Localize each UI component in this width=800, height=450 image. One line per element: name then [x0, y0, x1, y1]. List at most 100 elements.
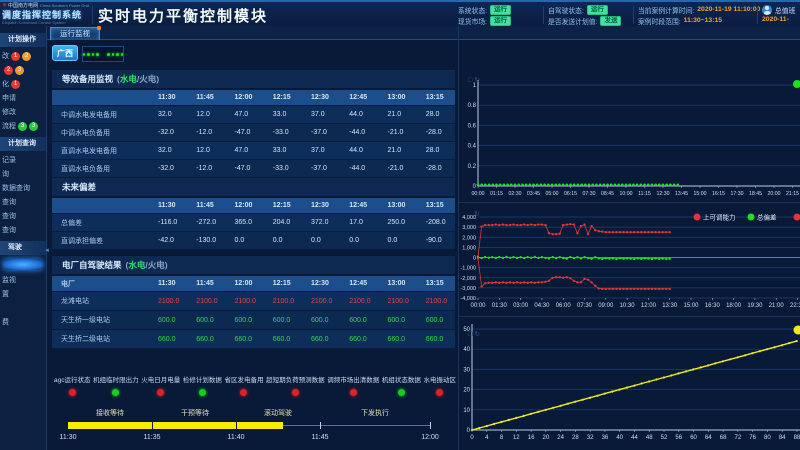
cell-value: 660.0	[226, 336, 264, 343]
sidebar-item[interactable]: 监视	[0, 274, 46, 288]
subtitle-thermal[interactable]: /火电)	[137, 74, 159, 84]
reserve-table: 11:3011:4512:0012:1512:3012:4513:0013:15…	[52, 90, 455, 178]
sidebar-item[interactable]: 记录	[0, 154, 46, 168]
sidebar-section-header[interactable]: 计划查询	[0, 137, 46, 151]
cell-value: -12.0	[187, 129, 225, 136]
svg-text:3,000: 3,000	[462, 225, 476, 231]
refresh-icon[interactable]: ↻	[474, 211, 482, 218]
subtitle-hydro[interactable]: 水电	[120, 74, 137, 84]
cell-value: 2100.0	[226, 298, 264, 305]
svg-text:11:15: 11:15	[638, 191, 651, 197]
svg-text:04:30: 04:30	[534, 303, 550, 309]
status-dot-icon	[398, 389, 405, 396]
section-label: 未来偏差	[62, 182, 96, 192]
svg-text:16:15: 16:15	[712, 191, 725, 197]
adjust-capacity-chart[interactable]: 4,0003,0002,0001,0000-1,000-2,000-3,000-…	[460, 203, 800, 316]
sidebar-collapse-handle-icon[interactable]: ◄	[44, 244, 50, 258]
cell-value: 2100.0	[302, 298, 340, 305]
cell-value: 600.0	[149, 317, 187, 324]
system-status-label: 系统状态:	[458, 5, 487, 15]
cell-value: 47.0	[226, 147, 264, 154]
row-label: 中调水电负备用	[52, 128, 149, 138]
subtitle-thermal[interactable]: /火电)	[145, 260, 167, 270]
chart-controls[interactable]: □↻	[468, 330, 482, 338]
subtitle-hydro[interactable]: 水电	[128, 260, 145, 270]
sidebar-item[interactable]: 修改	[0, 106, 46, 120]
table-row: 龙滩电站2100.02100.02100.02100.02100.02100.0…	[52, 292, 455, 311]
cell-value: -37.0	[302, 165, 340, 172]
chart-controls[interactable]: □↻	[468, 76, 482, 84]
cell-value: 32.0	[149, 111, 187, 118]
svg-text:40: 40	[463, 347, 470, 353]
tab-label: 运行监视	[60, 29, 90, 38]
table-header-row: 11:3011:4512:0012:1512:3012:4513:0013:15	[52, 90, 455, 106]
cell-value: 660.0	[340, 336, 378, 343]
user-area[interactable]: 总值班 2020-11-	[762, 4, 800, 23]
cell-value: 600.0	[417, 317, 455, 324]
data-status-row: agc运行状态机组临时限出力火电日月电量检修计划数据省区发电备用超短期负荷预测数…	[54, 374, 456, 396]
cell-value: -90.0	[417, 237, 455, 244]
indicator-dot-icon	[83, 53, 85, 56]
svg-text:0.6: 0.6	[468, 123, 477, 129]
svg-text:02:30: 02:30	[509, 191, 522, 197]
sidebar-item[interactable]: 查询	[0, 196, 46, 210]
table-column-header: 12:45	[340, 202, 378, 209]
svg-text:60: 60	[690, 435, 697, 441]
process-timeline: 接收等待干预等待滚动驾驶下发执行11:3011:3511:4011:4512:0…	[52, 402, 458, 448]
row-label: 中调水电发电备用	[52, 110, 149, 120]
refresh-icon[interactable]: ↻	[474, 77, 482, 84]
sidebar-item[interactable]: 查询	[0, 210, 46, 224]
notification-badge: 2	[4, 66, 13, 75]
svg-text:09:00: 09:00	[598, 303, 614, 309]
refresh-icon[interactable]: ↻	[474, 331, 482, 338]
data-status-label: 火电日月电量	[141, 374, 180, 384]
chart-divider	[459, 316, 800, 317]
status-dot-icon	[350, 389, 357, 396]
svg-text:06:15: 06:15	[564, 191, 577, 197]
sidebar-item[interactable]: 费	[0, 316, 46, 330]
sidebar-item[interactable]: 置	[0, 288, 46, 302]
autopilot-status-group: 自驾驶状态:运行 是否发送计划值:发送	[548, 4, 621, 26]
sidebar-item[interactable]: 查询	[0, 224, 46, 238]
time-label: 11:35	[144, 434, 161, 441]
region-button[interactable]: 广西	[52, 45, 78, 61]
cell-value: 21.0	[379, 147, 417, 154]
sidebar-section-header[interactable]: 驾驶	[0, 241, 46, 255]
sidebar-item[interactable]: 化1	[0, 78, 46, 92]
sidebar-item-selected[interactable]	[3, 259, 43, 270]
table-column-header: 12:15	[264, 94, 302, 101]
svg-text:15:00: 15:00	[694, 191, 707, 197]
indicator-dot-icon	[116, 53, 118, 56]
progress-bar-track	[283, 425, 430, 426]
svg-text:30: 30	[463, 367, 470, 373]
sidebar-item[interactable]: 流程33	[0, 120, 46, 134]
svg-text:0.2: 0.2	[468, 164, 477, 170]
svg-text:总偏差: 总偏差	[757, 213, 777, 222]
stage-label: 接收等待	[96, 408, 124, 418]
svg-text:88: 88	[794, 435, 800, 441]
cell-value: 0.0	[264, 237, 302, 244]
sidebar-nav: 计划操作改1223化1申请修改流程33计划查询记录询数据查询查询查询查询驾驶监视…	[0, 26, 47, 450]
sidebar-item[interactable]: 数据查询	[0, 182, 46, 196]
tab-run-monitor[interactable]: 运行监视	[50, 27, 100, 40]
header-divider	[92, 6, 93, 24]
cumulative-line-chart[interactable]: 5040302010004812162024283236404448525660…	[460, 318, 800, 450]
header-separator	[757, 6, 758, 24]
cell-value: 0.0	[226, 237, 264, 244]
table-column-header: 12:00	[226, 94, 264, 101]
cell-value: 28.0	[417, 111, 455, 118]
row-label: 总偏差	[52, 218, 149, 228]
sidebar-item[interactable]: 23	[0, 64, 46, 78]
sidebar-item[interactable]: 申请	[0, 92, 46, 106]
sidebar-section-header[interactable]: 计划操作	[0, 33, 46, 47]
svg-text:52: 52	[661, 435, 668, 441]
status-timeline-chart[interactable]: 10.80.60.40.2000:0001:1502:3003:4505:000…	[460, 58, 800, 204]
chart-controls[interactable]: ↻	[474, 210, 482, 218]
svg-text:10: 10	[463, 408, 470, 414]
cell-value: 44.0	[340, 147, 378, 154]
svg-text:76: 76	[749, 435, 756, 441]
sidebar-item[interactable]: 改12	[0, 50, 46, 64]
sidebar-item[interactable]: 询	[0, 168, 46, 182]
data-status-label: 机组临时限出力	[93, 374, 139, 384]
section-label: 等效备用监视	[62, 74, 113, 84]
